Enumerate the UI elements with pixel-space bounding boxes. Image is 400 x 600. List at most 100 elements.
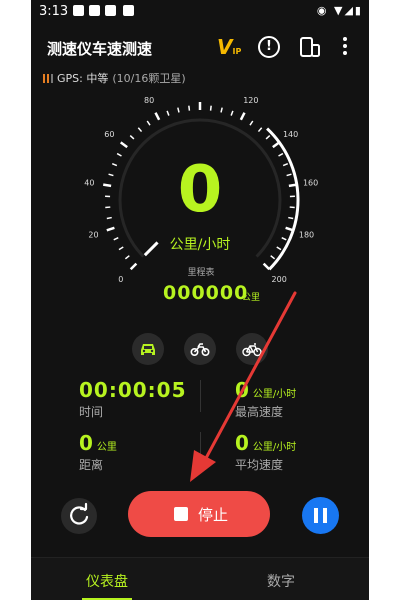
- max-speed-stat: 0 公里/小时: [235, 378, 296, 402]
- gauge-tick-label: 60: [104, 130, 114, 139]
- distance-value: 0: [79, 431, 93, 455]
- gauge-tick: [281, 236, 287, 241]
- gauge-tick: [137, 127, 143, 133]
- elapsed-time-value: 00:00:05: [79, 378, 187, 402]
- app-bar: 测速仪车速测速 VIP !: [31, 24, 369, 70]
- gauge-tick: [116, 152, 122, 157]
- gauge-tick: [108, 173, 114, 177]
- gauge-tick: [230, 110, 234, 116]
- avg-speed-unit: 公里/小时: [252, 442, 297, 453]
- gauge-tick: [285, 226, 294, 232]
- gauge-tick: [265, 134, 271, 140]
- current-speed: 0: [177, 153, 223, 227]
- vehicle-car-button[interactable]: [132, 333, 164, 365]
- gps-label: GPS: 中等: [57, 72, 109, 85]
- vip-icon[interactable]: VIP: [217, 35, 241, 59]
- gauge-tick: [106, 226, 115, 232]
- max-speed-value: 0: [235, 378, 249, 402]
- max-speed-label: 最高速度: [235, 405, 284, 419]
- app-title: 测速仪车速测速: [47, 40, 153, 58]
- gauge-tick-label: 180: [299, 231, 314, 240]
- app-screen: 3:13 ◉ ▼◢▮ 测速仪车速测速 VIP ! GPS: 中等 (10/16颗卫…: [31, 0, 369, 600]
- gauge-needle: [143, 241, 159, 257]
- bottom-tab-bar: 仪表盘 数字: [31, 557, 369, 600]
- gauge-tick: [124, 255, 130, 260]
- gauge-tick-label: 140: [283, 130, 298, 139]
- gps-signal-icon: [43, 74, 53, 83]
- avg-speed-value: 0: [235, 431, 249, 455]
- distance-stat: 0 公里: [79, 431, 117, 455]
- gauge-tick: [146, 120, 151, 126]
- status-signal-icons: ◉ ▼◢▮: [316, 4, 363, 17]
- gauge-tick: [166, 110, 170, 116]
- gauge-tick-label: 160: [303, 178, 318, 187]
- gauge-tick: [118, 246, 124, 251]
- refresh-icon: [70, 502, 89, 525]
- gauge-tick-label: 200: [272, 275, 287, 284]
- gauge-tick: [119, 141, 128, 149]
- more-options-icon[interactable]: [342, 36, 348, 56]
- gps-satellites: (10/16颗卫星): [112, 72, 186, 85]
- gauge-tick: [220, 107, 223, 113]
- screen-mode-icon[interactable]: [299, 36, 321, 58]
- status-bar: 3:13 ◉ ▼◢▮: [31, 0, 369, 24]
- gauge-tick: [286, 173, 292, 177]
- elapsed-time-label: 时间: [79, 405, 104, 419]
- gauge-high-range-arc: [266, 127, 300, 271]
- gauge-tick: [111, 162, 118, 167]
- vehicle-motorcycle-button[interactable]: [184, 333, 216, 365]
- bicycle-icon: [242, 343, 262, 357]
- status-time: 3:13: [39, 4, 69, 19]
- gauge-tick-label: 20: [88, 231, 98, 240]
- stop-button[interactable]: 停止: [128, 491, 270, 537]
- gauge-tick: [188, 105, 191, 111]
- vip-letter: V: [217, 35, 233, 59]
- stats-divider: [200, 380, 201, 412]
- gauge-tick: [239, 112, 246, 121]
- avg-speed-label: 平均速度: [235, 458, 284, 472]
- tab-digital[interactable]: 数字: [267, 571, 295, 591]
- car-icon: [141, 344, 155, 355]
- speed-unit: 公里/小时: [169, 237, 231, 253]
- gauge-tick: [272, 141, 281, 149]
- odometer-value: 000000: [163, 282, 249, 304]
- gauge-tick: [262, 262, 271, 271]
- gauge-tick: [276, 246, 282, 251]
- gps-status: GPS: 中等 (10/16颗卫星): [43, 70, 186, 86]
- odometer-unit: 公里: [242, 293, 261, 303]
- vehicle-bicycle-button[interactable]: [236, 333, 268, 365]
- gauge-tick: [288, 183, 297, 188]
- gauge-tick: [278, 152, 284, 157]
- gauge-tick: [129, 262, 138, 271]
- image-notification-icon: [73, 5, 84, 16]
- square-notification-icon: [89, 5, 100, 16]
- stop-label: 停止: [198, 506, 229, 524]
- distance-unit: 公里: [96, 442, 117, 453]
- gauge-tick: [103, 183, 112, 188]
- gauge-tick: [106, 216, 112, 220]
- avg-speed-stat: 0 公里/小时: [235, 431, 296, 455]
- a-notification-icon: [105, 5, 116, 16]
- gauge-tick: [209, 105, 212, 111]
- max-speed-unit: 公里/小时: [252, 389, 297, 400]
- gauge-tick-label: 100: [192, 92, 207, 93]
- gauge-tick: [177, 107, 180, 113]
- distance-label: 距离: [79, 458, 104, 472]
- gauge-tick: [113, 236, 119, 241]
- tab-dashboard[interactable]: 仪表盘: [86, 571, 128, 591]
- gauge-tick-label: 80: [144, 96, 154, 105]
- gauge-tick: [282, 162, 289, 167]
- stats-divider: [200, 432, 201, 464]
- gauge-tick: [270, 255, 276, 260]
- gauge-tick-label: 40: [84, 178, 94, 187]
- gauge-tick: [129, 134, 135, 140]
- gauge-tick-label: 0: [118, 275, 123, 284]
- pause-button[interactable]: [302, 497, 339, 534]
- gauge-tick: [288, 216, 294, 220]
- reset-button[interactable]: [61, 498, 97, 534]
- info-icon[interactable]: !: [258, 36, 280, 58]
- gauge-tick: [257, 127, 263, 133]
- gauge-tick: [154, 112, 161, 121]
- stop-icon: [174, 507, 188, 521]
- odometer-label: 里程表: [187, 268, 215, 278]
